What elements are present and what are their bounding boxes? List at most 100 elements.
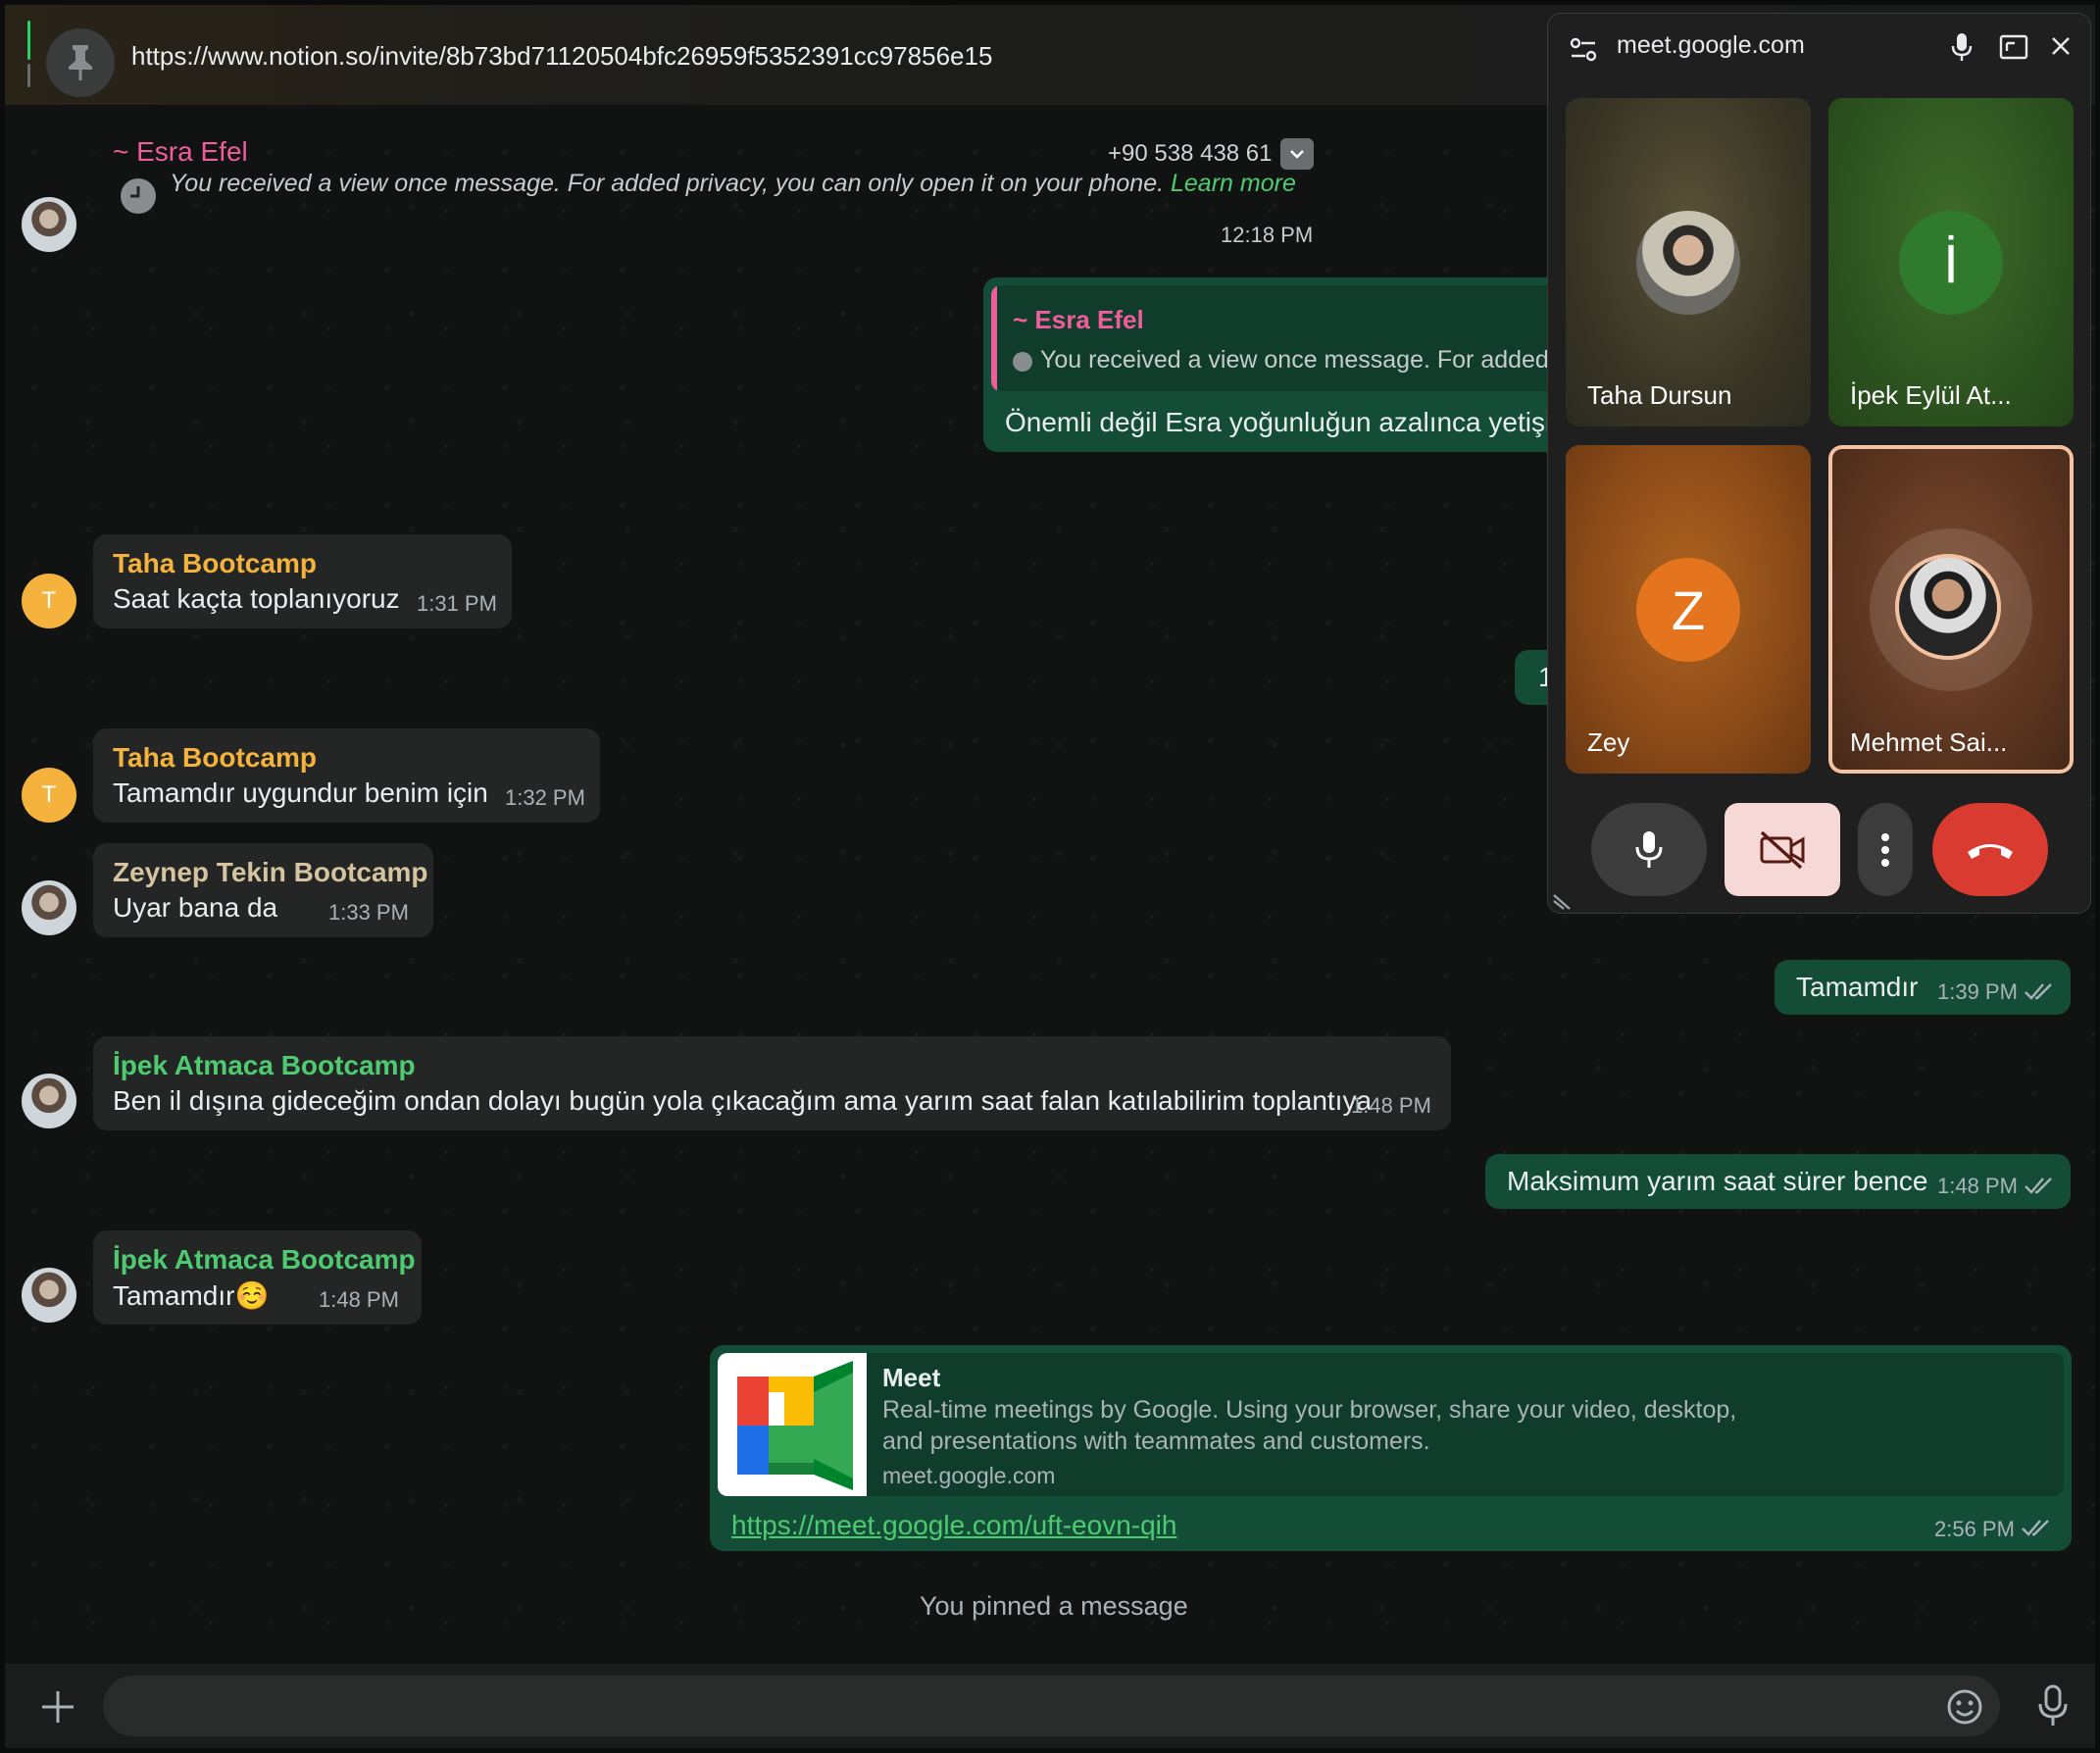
view-once-icon: [121, 178, 156, 214]
more-vertical-icon: [1881, 832, 1889, 867]
message-menu-chevron-icon[interactable]: [1280, 138, 1314, 170]
link-domain: meet.google.com: [882, 1463, 1056, 1488]
close-icon[interactable]: [2050, 35, 2072, 57]
message-time: 1:48 PM: [319, 1287, 399, 1312]
message-text: Maksimum yarım saat sürer bence: [1507, 1166, 1928, 1196]
quote-accent: [991, 285, 997, 391]
avatar-letter: T: [41, 781, 57, 808]
outgoing-message-bubble[interactable]: Tamamdır 1:39 PM: [1775, 960, 2071, 1015]
microphone-icon: [1635, 830, 1663, 868]
avatar-letter: T: [41, 587, 57, 614]
meet-link[interactable]: https://meet.google.com/uft-eovn-qih: [731, 1510, 1176, 1541]
resize-handle-icon[interactable]: [1550, 891, 1575, 911]
video-off-icon: [1760, 830, 1805, 869]
link-description-line1: Real-time meetings by Google. Using your…: [882, 1396, 1737, 1424]
incoming-message-bubble[interactable]: İpek Atmaca Bootcamp Tamamdır☺️ 1:48 PM: [93, 1230, 422, 1325]
sender-name[interactable]: Taha Bootcamp: [113, 742, 317, 774]
sender-name[interactable]: İpek Atmaca Bootcamp: [113, 1050, 416, 1081]
participant-tile[interactable]: İ İpek Eylül At...: [1828, 98, 2074, 426]
message-text: Önemli değil Esra yoğunluğun azalınca ye…: [1005, 407, 1596, 437]
more-options-button[interactable]: [1858, 803, 1913, 896]
participant-avatar: [1636, 211, 1740, 315]
participant-name: İpek Eylül At...: [1850, 380, 2012, 410]
view-once-text: You received a view once message. For ad…: [170, 170, 1296, 198]
message-time: 1:32 PM: [505, 785, 585, 810]
sender-name[interactable]: Zeynep Tekin Bootcamp: [113, 857, 428, 888]
quoted-message[interactable]: ~ Esra Efel You received a view once mes…: [991, 285, 1579, 391]
message-text: Tamamdır: [1796, 972, 1919, 1002]
link-preview-card[interactable]: Meet Real-time meetings by Google. Using…: [718, 1353, 2064, 1496]
participant-initial: Z: [1671, 578, 1706, 641]
participant-avatar: İ: [1899, 211, 2003, 315]
participant-name: Zey: [1587, 727, 1630, 757]
participant-name: Mehmet Sai...: [1850, 727, 2008, 757]
message-time: 1:48 PM: [1937, 1174, 2018, 1198]
sender-name[interactable]: ~ Esra Efel: [113, 136, 248, 168]
participant-initial: İ: [1943, 231, 1959, 294]
link-message-bubble[interactable]: Meet Real-time meetings by Google. Using…: [710, 1345, 2072, 1551]
pinned-indicator-secondary: [27, 64, 30, 87]
meet-popup-header: meet.google.com: [1548, 14, 2090, 82]
camera-off-button[interactable]: [1725, 803, 1840, 896]
compose-bar: [5, 1664, 2095, 1748]
double-check-icon: [2022, 1520, 2049, 1536]
message-text: Uyar bana da: [113, 892, 278, 923]
pinned-url[interactable]: https://www.notion.so/invite/8b73bd71120…: [131, 41, 992, 72]
link-description-line2: and presentations with teammates and cus…: [882, 1427, 1430, 1455]
avatar[interactable]: [22, 1074, 76, 1128]
avatar[interactable]: [22, 880, 76, 935]
site-settings-icon[interactable]: [1570, 37, 1597, 63]
back-to-tab-icon[interactable]: [1999, 33, 2028, 61]
view-once-body: You received a view once message. For ad…: [170, 170, 1165, 197]
link-title: Meet: [882, 1363, 941, 1392]
participant-avatar: [1895, 554, 2001, 660]
quoted-sender: ~ Esra Efel: [1013, 305, 1144, 334]
message-text: Ben il dışına gideceğim ondan dolayı bug…: [113, 1085, 1373, 1116]
message-time: 2:56 PM: [1934, 1517, 2015, 1541]
incoming-message-bubble[interactable]: Zeynep Tekin Bootcamp Uyar bana da 1:33 …: [93, 843, 433, 937]
sender-name[interactable]: Taha Bootcamp: [113, 548, 317, 579]
meet-popup-window[interactable]: meet.google.com Taha Dursun İ İpek Eylül…: [1547, 13, 2091, 914]
mic-indicator-icon[interactable]: [1950, 31, 1974, 63]
participant-avatar: Z: [1636, 558, 1740, 662]
message-time: 1:31 PM: [417, 591, 497, 616]
double-check-icon: [2025, 1177, 2052, 1194]
avatar[interactable]: T: [22, 768, 76, 823]
message-input[interactable]: [103, 1676, 2000, 1736]
pin-icon[interactable]: [46, 28, 115, 97]
outgoing-message-bubble[interactable]: Maksimum yarım saat sürer bence 1:48 PM: [1485, 1154, 2071, 1209]
reply-message-bubble[interactable]: ~ Esra Efel You received a view once mes…: [983, 277, 1595, 452]
message-time: 12:18 PM: [1221, 223, 1314, 247]
participant-tile[interactable]: Z Zey: [1566, 445, 1811, 774]
sender-phone: +90 538 438 61: [1108, 140, 1273, 167]
quoted-text: You received a view once message. For ad…: [1040, 346, 1579, 374]
emoji-icon[interactable]: [1945, 1687, 1984, 1731]
view-once-small-icon: [1013, 352, 1032, 372]
participant-tile-active[interactable]: Mehmet Sai...: [1828, 445, 2074, 774]
incoming-message-bubble[interactable]: Taha Bootcamp Tamamdır uygundur benim iç…: [93, 728, 600, 823]
double-check-icon: [2025, 983, 2052, 1000]
message-time: 1:48 PM: [1351, 1093, 1431, 1118]
message-time: 1:33 PM: [328, 900, 409, 925]
message-text: Saat kaçta toplanıyoruz: [113, 583, 400, 614]
pinned-indicator: [27, 21, 30, 60]
attach-plus-icon[interactable]: [38, 1687, 77, 1727]
learn-more-link[interactable]: Learn more: [1171, 170, 1296, 197]
incoming-message-bubble[interactable]: Taha Bootcamp Saat kaçta toplanıyoruz 1:…: [93, 534, 512, 628]
avatar[interactable]: T: [22, 574, 76, 628]
participant-tile[interactable]: Taha Dursun: [1566, 98, 1811, 426]
microphone-button[interactable]: [1591, 803, 1707, 896]
avatar[interactable]: [22, 1268, 76, 1323]
sender-name[interactable]: İpek Atmaca Bootcamp: [113, 1244, 416, 1276]
message-time: 1:39 PM: [1937, 979, 2018, 1004]
google-meet-logo: [718, 1353, 867, 1496]
meet-domain: meet.google.com: [1617, 31, 1805, 59]
hang-up-icon: [1968, 843, 2013, 859]
message-text: Tamamdır☺️: [113, 1280, 270, 1311]
leave-call-button[interactable]: [1932, 803, 2048, 896]
system-message: You pinned a message: [920, 1591, 1188, 1621]
incoming-message-bubble[interactable]: İpek Atmaca Bootcamp Ben il dışına gidec…: [93, 1036, 1451, 1130]
participant-name: Taha Dursun: [1587, 380, 1732, 410]
avatar[interactable]: [22, 197, 76, 252]
microphone-icon[interactable]: [2035, 1683, 2071, 1733]
